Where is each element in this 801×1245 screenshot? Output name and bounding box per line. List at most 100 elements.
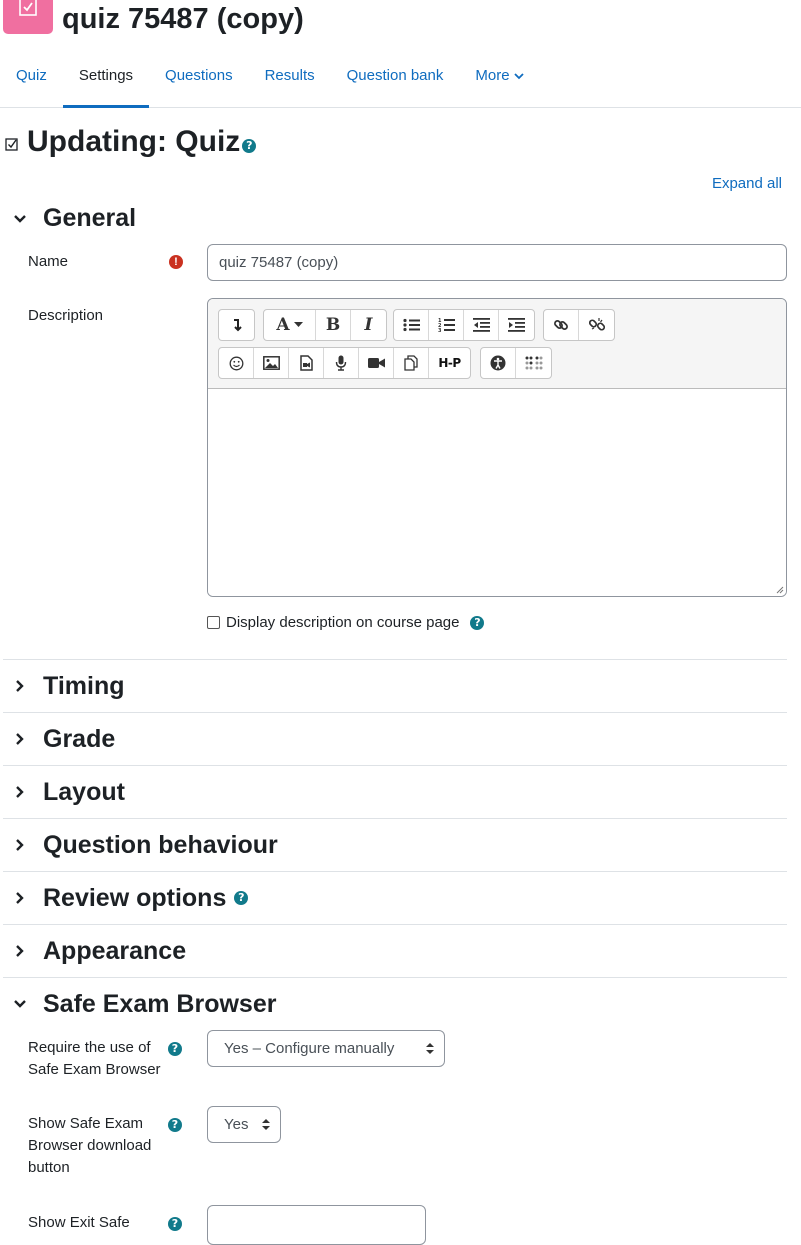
manage-files-button[interactable]: [394, 348, 429, 378]
chevron-right-icon: [5, 785, 35, 799]
braille-icon: [525, 356, 542, 370]
name-label: Name: [28, 253, 69, 270]
display-description-checkbox[interactable]: [207, 616, 220, 629]
tab-more[interactable]: More: [459, 48, 539, 108]
tab-settings[interactable]: Settings: [62, 48, 150, 108]
display-description-row: Display description on course page ?: [207, 614, 485, 631]
section-grade-header[interactable]: Grade: [3, 712, 787, 765]
arrow-down-icon: [233, 319, 242, 332]
emoji-button[interactable]: [219, 348, 254, 378]
bold-button[interactable]: B: [316, 310, 351, 340]
outdent-button[interactable]: [464, 310, 499, 340]
outdent-icon: [472, 318, 490, 332]
name-input[interactable]: quiz 75487 (copy): [207, 244, 787, 281]
section-title: Question behaviour: [43, 830, 278, 859]
unordered-list-icon: [402, 318, 420, 332]
chevron-right-icon: [5, 944, 35, 958]
section-safe-exam-browser-header[interactable]: Safe Exam Browser: [3, 977, 787, 1030]
section-layout-header[interactable]: Layout: [3, 765, 787, 818]
chevron-down-icon: [513, 48, 524, 104]
link-icon: [554, 320, 568, 330]
bold-icon: B: [325, 315, 341, 335]
seb-download-label: Show Safe Exam Browser download button: [28, 1115, 152, 1176]
section-title: Grade: [43, 724, 116, 753]
help-icon[interactable]: ?: [470, 615, 485, 630]
description-editor: A B I 123 H-P: [207, 298, 787, 597]
resize-grip-icon[interactable]: [774, 584, 784, 594]
italic-icon: I: [364, 315, 373, 335]
tab-results[interactable]: Results: [249, 48, 331, 108]
section-appearance-header[interactable]: Appearance: [3, 924, 787, 977]
seb-require-value: Yes – Configure manually: [224, 1040, 395, 1057]
help-icon[interactable]: ?: [168, 1118, 182, 1132]
tab-question-bank[interactable]: Question bank: [331, 48, 460, 108]
required-icon: !: [169, 255, 183, 269]
page-header: quiz 75487 (copy) Quiz Settings Question…: [0, 0, 801, 108]
section-title: Safe Exam Browser: [43, 989, 277, 1018]
link-button[interactable]: [544, 310, 579, 340]
screenreader-helper-button[interactable]: [516, 348, 551, 378]
italic-button[interactable]: I: [351, 310, 386, 340]
seb-require-select[interactable]: Yes – Configure manually: [207, 1030, 445, 1067]
toolbar-group-links: [543, 309, 615, 341]
image-icon: [262, 356, 280, 370]
section-review-options-header[interactable]: Review options ?: [3, 871, 787, 924]
toolbar-group-style: A B I: [263, 309, 387, 341]
record-video-button[interactable]: [359, 348, 394, 378]
section-title: General: [43, 204, 137, 232]
ordered-list-button[interactable]: 123: [429, 310, 464, 340]
toolbar-group-lists: 123: [393, 309, 535, 341]
svg-text:3: 3: [438, 328, 442, 333]
checkbox-icon: [5, 138, 18, 151]
chevron-right-icon: [5, 732, 35, 746]
insert-h5p-button[interactable]: H-P: [429, 348, 470, 378]
video-camera-icon: [367, 358, 385, 368]
smiley-icon: [229, 356, 243, 370]
section-title: Layout: [43, 777, 125, 806]
section-title: Review options: [43, 883, 227, 912]
insert-media-button[interactable]: [289, 348, 324, 378]
section-question-behaviour-header[interactable]: Question behaviour: [3, 818, 787, 871]
select-arrows-icon: [262, 1119, 270, 1130]
media-file-icon: [299, 355, 313, 371]
description-content-area[interactable]: [208, 389, 786, 596]
chevron-right-icon: [5, 838, 35, 852]
help-icon[interactable]: ?: [242, 139, 257, 153]
help-icon[interactable]: ?: [168, 1217, 182, 1231]
insert-image-button[interactable]: [254, 348, 289, 378]
accessibility-icon: [490, 355, 506, 371]
font-icon: A: [276, 315, 290, 335]
paragraph-styles-button[interactable]: A: [264, 310, 316, 340]
chevron-right-icon: [5, 679, 35, 693]
description-label: Description: [28, 307, 104, 324]
section-general-header[interactable]: General: [3, 192, 787, 245]
help-icon[interactable]: ?: [234, 891, 249, 905]
checkbox-icon: [19, 0, 37, 16]
toolbar-group-collapse: [218, 309, 255, 341]
tab-quiz[interactable]: Quiz: [0, 48, 63, 108]
unordered-list-button[interactable]: [394, 310, 429, 340]
accessibility-checker-button[interactable]: [481, 348, 516, 378]
toolbar-group-media: H-P: [218, 347, 471, 379]
help-icon[interactable]: ?: [168, 1042, 182, 1056]
section-timing-header[interactable]: Timing: [3, 659, 787, 712]
section-title: Timing: [43, 671, 125, 700]
secondary-navigation: Quiz Settings Questions Results Question…: [0, 48, 540, 108]
quiz-activity-icon: [3, 0, 53, 34]
seb-download-value: Yes: [224, 1116, 249, 1133]
section-title: Appearance: [43, 936, 187, 965]
seb-exit-label: Show Exit Safe: [28, 1214, 130, 1231]
record-audio-button[interactable]: [324, 348, 359, 378]
seb-exit-select[interactable]: [207, 1205, 426, 1245]
display-description-label: Display description on course page: [226, 614, 460, 631]
unlink-button[interactable]: [579, 310, 614, 340]
indent-button[interactable]: [499, 310, 534, 340]
toolbar-group-accessibility: [480, 347, 552, 379]
copy-files-icon: [404, 355, 418, 371]
microphone-icon: [335, 355, 347, 371]
seb-download-select[interactable]: Yes: [207, 1106, 281, 1143]
tab-questions[interactable]: Questions: [149, 48, 249, 108]
expand-all-link[interactable]: Expand all: [712, 175, 782, 192]
unlink-icon: [588, 318, 605, 331]
show-more-buttons[interactable]: [219, 310, 254, 340]
